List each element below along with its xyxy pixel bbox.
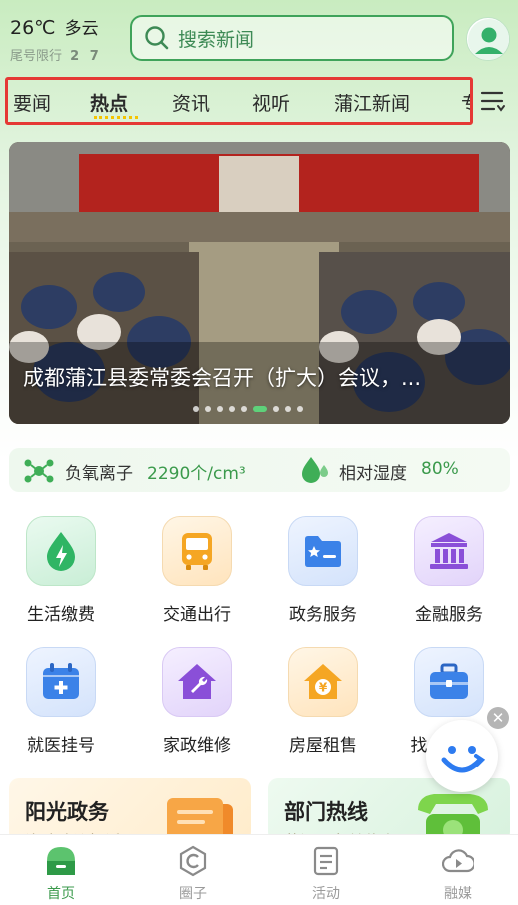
clipboard-icon [310, 845, 342, 877]
ion-label: 负氧离子 [65, 464, 133, 484]
smile-icon [441, 746, 486, 773]
house-wrench-icon [162, 647, 232, 717]
service-transport[interactable]: 交通出行 [140, 516, 250, 626]
nav-label: 首页 [47, 886, 75, 902]
carousel-dot[interactable] [285, 406, 291, 412]
folder-star-icon [288, 516, 358, 586]
service-hospital-booking[interactable]: 就医挂号 [4, 647, 114, 757]
tab-more-cut[interactable]: 专 [461, 89, 470, 116]
user-avatar-icon[interactable] [466, 17, 510, 61]
carousel-dot[interactable] [217, 406, 223, 412]
carousel-dot[interactable] [205, 406, 211, 412]
card-title: 阳光政务 [25, 800, 109, 824]
briefcase-icon [414, 647, 484, 717]
search-icon [144, 25, 170, 51]
carousel-dot[interactable] [297, 406, 303, 412]
service-label: 金融服务 [415, 605, 483, 625]
card-title: 部门热线 [284, 800, 368, 824]
tab-yaowen[interactable]: 要闻 [13, 89, 51, 116]
service-government[interactable]: 政务服务 [266, 516, 376, 626]
house-yen-icon: ¥ [288, 647, 358, 717]
cloud-play-icon [441, 845, 476, 877]
tab-shiting[interactable]: 视听 [252, 89, 290, 116]
temperature: 26℃ [10, 17, 56, 39]
service-housing-rental[interactable]: ¥ 房屋租售 [266, 647, 376, 757]
carousel-indicator [193, 406, 303, 412]
utility-bolt-icon [26, 516, 96, 586]
weather-widget[interactable]: 26℃ 多云 尾号限行 2 7 [10, 14, 102, 64]
search-input[interactable]: 搜索新闻 [130, 15, 454, 61]
service-label: 交通出行 [163, 605, 231, 625]
nav-media[interactable]: 融媒 [418, 845, 498, 903]
plate-limit: 尾号限行 2 7 [10, 45, 102, 64]
service-housekeeping[interactable]: 家政维修 [140, 647, 250, 757]
service-label: 政务服务 [289, 605, 357, 625]
service-label: 房屋租售 [289, 736, 357, 756]
humidity-drop-icon [299, 455, 331, 489]
carousel-dot[interactable] [241, 406, 247, 412]
humidity-label: 相对湿度 [339, 464, 407, 484]
carousel-dot[interactable] [193, 406, 199, 412]
tab-pujiang-news[interactable]: 蒲江新闻 [334, 89, 410, 116]
carousel-dot[interactable] [229, 406, 235, 412]
service-finance[interactable]: 金融服务 [392, 516, 502, 626]
nav-label: 融媒 [444, 886, 472, 902]
nav-activity[interactable]: 活动 [286, 845, 366, 903]
air-quality-bar[interactable]: 负氧离子 2290个/cm³ 相对湿度 80% [9, 448, 510, 492]
carousel-dot[interactable] [273, 406, 279, 412]
active-tab-indicator [94, 113, 138, 119]
banner-caption: 成都蒲江县委常委会召开（扩大）会议，... [23, 366, 422, 390]
news-banner-carousel[interactable]: 成都蒲江县委常委会召开（扩大）会议，... [9, 142, 510, 424]
bus-icon [162, 516, 232, 586]
bottom-navigation: 首页 圈子 活动 融媒 [0, 834, 518, 905]
assistant-float-button[interactable] [426, 720, 498, 792]
circle-c-icon [177, 845, 209, 877]
home-icon [45, 845, 77, 877]
ion-icon [23, 457, 55, 489]
channel-menu-icon[interactable] [480, 90, 506, 112]
nav-label: 圈子 [179, 886, 207, 902]
close-icon[interactable]: ✕ [487, 707, 509, 729]
humidity-value: 80% [421, 459, 459, 479]
ion-value: 2290个/cm³ [147, 464, 246, 484]
card-sunshine-government[interactable]: 阳光政务 询政建议投诉 [9, 778, 251, 842]
svg-text:¥: ¥ [319, 681, 328, 695]
nav-label: 活动 [312, 886, 340, 902]
tab-zixun[interactable]: 资讯 [172, 89, 210, 116]
nav-home[interactable]: 首页 [21, 845, 101, 903]
service-label: 家政维修 [163, 736, 231, 756]
carousel-dot-active[interactable] [253, 406, 267, 412]
plate-limit-label: 尾号限行 [10, 49, 63, 64]
channel-tabs: 要闻 热点 资讯 视听 蒲江新闻 专 [5, 77, 473, 125]
service-label: 就医挂号 [27, 736, 95, 756]
plate-limit-value: 2 7 [70, 49, 102, 64]
bank-icon [414, 516, 484, 586]
service-utility-payment[interactable]: 生活缴费 [4, 516, 114, 626]
weather-condition: 多云 [64, 19, 99, 39]
calendar-plus-icon [26, 647, 96, 717]
nav-circle[interactable]: 圈子 [153, 845, 233, 903]
search-placeholder: 搜索新闻 [178, 28, 255, 51]
tab-redian[interactable]: 热点 [90, 89, 128, 116]
service-label: 生活缴费 [27, 605, 95, 625]
